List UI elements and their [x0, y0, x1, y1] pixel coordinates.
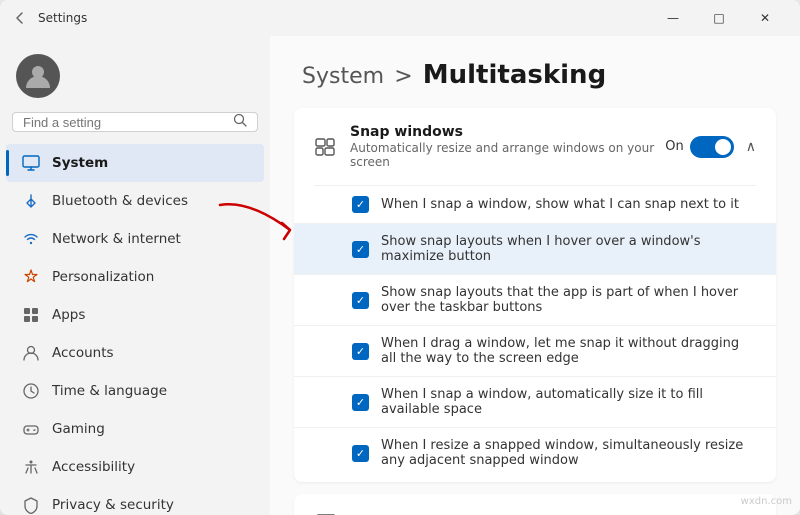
sidebar-item-label: Apps [52, 307, 85, 323]
content-area: System > Multitasking Snap windows Autom… [270, 36, 800, 515]
search-icon [233, 113, 247, 131]
desktops-icon [314, 510, 338, 515]
snap-windows-subtitle: Automatically resize and arrange windows… [350, 141, 665, 169]
back-button[interactable] [12, 10, 28, 26]
network-icon [22, 230, 40, 248]
desktops-card: Desktops ∨ [294, 494, 776, 515]
sidebar: System Bluetooth & devices Network & int… [0, 36, 270, 515]
minimize-button[interactable]: — [650, 0, 696, 36]
user-section [0, 36, 270, 112]
snap-checkbox-1[interactable]: ✓ When I snap a window, show what I can … [294, 186, 776, 223]
snap-windows-header[interactable]: Snap windows Automatically resize and ar… [294, 108, 776, 185]
search-box[interactable] [12, 112, 258, 132]
time-icon [22, 382, 40, 400]
snap-checkbox-3[interactable]: ✓ Show snap layouts that the app is part… [294, 274, 776, 325]
sidebar-item-system[interactable]: System [6, 144, 264, 182]
checkbox-5[interactable]: ✓ [352, 394, 369, 411]
snap-windows-card: Snap windows Automatically resize and ar… [294, 108, 776, 482]
bluetooth-icon [22, 192, 40, 210]
sidebar-item-network[interactable]: Network & internet [6, 220, 264, 258]
snap-checkbox-5[interactable]: ✓ When I snap a window, automatically si… [294, 376, 776, 427]
sidebar-item-personalization[interactable]: Personalization [6, 258, 264, 296]
snap-checkbox-2[interactable]: ✓ Show snap layouts when I hover over a … [294, 223, 776, 274]
snap-checkbox-4[interactable]: ✓ When I drag a window, let me snap it w… [294, 325, 776, 376]
sidebar-item-label: Accessibility [52, 459, 135, 475]
sidebar-item-label: Personalization [52, 269, 154, 285]
checkbox-6[interactable]: ✓ [352, 445, 369, 462]
apps-icon [22, 306, 40, 324]
sidebar-item-label: System [52, 155, 108, 171]
titlebar: Settings — □ ✕ [0, 0, 800, 36]
checkbox-1[interactable]: ✓ [352, 196, 369, 213]
sidebar-item-accounts[interactable]: Accounts [6, 334, 264, 372]
breadcrumb: System > Multitasking [270, 36, 800, 108]
avatar [16, 54, 60, 98]
snap-toggle[interactable]: On [665, 136, 733, 158]
desktops-header[interactable]: Desktops ∨ [294, 494, 776, 515]
personalization-icon [22, 268, 40, 286]
sidebar-item-label: Bluetooth & devices [52, 193, 188, 209]
checkbox-2[interactable]: ✓ [352, 241, 369, 258]
sidebar-item-label: Privacy & security [52, 497, 174, 513]
checkbox-3[interactable]: ✓ [352, 292, 369, 309]
sidebar-item-apps[interactable]: Apps [6, 296, 264, 334]
snap-checkbox-6[interactable]: ✓ When I resize a snapped window, simult… [294, 427, 776, 482]
snap-windows-title: Snap windows [350, 124, 665, 140]
close-button[interactable]: ✕ [742, 0, 788, 36]
checkbox-4[interactable]: ✓ [352, 343, 369, 360]
sidebar-item-label: Time & language [52, 383, 167, 399]
chevron-up-icon: ∧ [746, 139, 756, 155]
sidebar-item-gaming[interactable]: Gaming [6, 410, 264, 448]
toggle-label: On [665, 139, 683, 154]
privacy-icon [22, 496, 40, 514]
breadcrumb-separator: > [394, 64, 412, 89]
maximize-button[interactable]: □ [696, 0, 742, 36]
accounts-icon [22, 344, 40, 362]
sidebar-item-privacy[interactable]: Privacy & security [6, 486, 264, 515]
gaming-icon [22, 420, 40, 438]
sidebar-item-label: Accounts [52, 345, 114, 361]
watermark: wxdn.com [741, 496, 792, 507]
system-icon [22, 154, 40, 172]
snap-windows-icon [314, 135, 336, 159]
sidebar-item-time[interactable]: Time & language [6, 372, 264, 410]
page-title: Multitasking [423, 60, 606, 90]
sidebar-item-bluetooth[interactable]: Bluetooth & devices [6, 182, 264, 220]
accessibility-icon [22, 458, 40, 476]
sidebar-item-label: Gaming [52, 421, 105, 437]
search-input[interactable] [23, 115, 233, 130]
sidebar-item-accessibility[interactable]: Accessibility [6, 448, 264, 486]
window-title: Settings [38, 11, 87, 25]
sidebar-item-label: Network & internet [52, 231, 181, 247]
toggle-switch[interactable] [690, 136, 734, 158]
breadcrumb-system: System [302, 64, 384, 89]
